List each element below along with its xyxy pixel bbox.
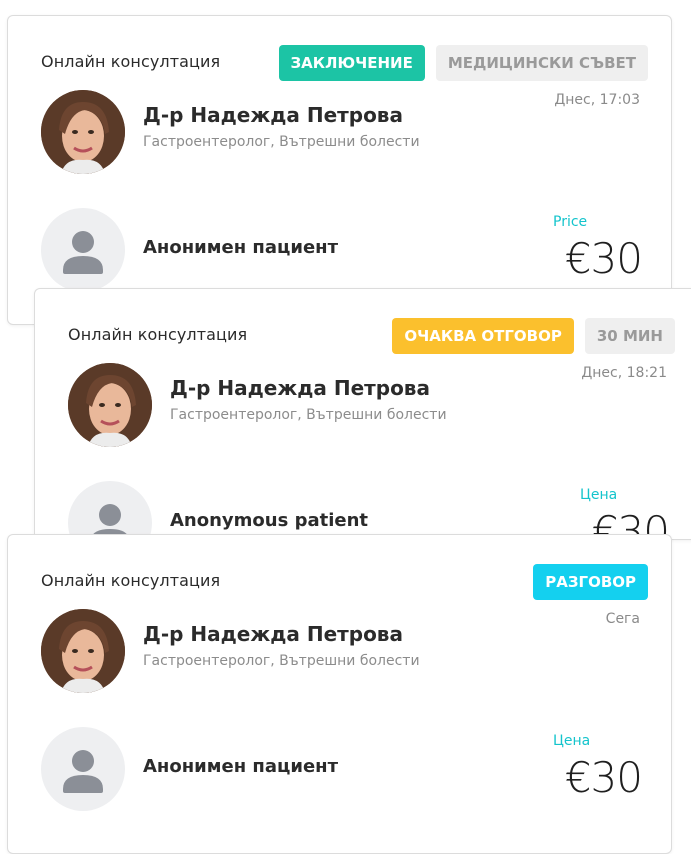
status-badge-conclusion: ЗАКЛЮЧЕНИЕ bbox=[278, 45, 425, 81]
doctor-name[interactable]: Д-р Надежда Петрова bbox=[143, 103, 403, 127]
status-badge-awaiting-reply: ОЧАКВА ОТГОВОР bbox=[392, 318, 574, 354]
card-title: Онлайн консултация bbox=[68, 325, 248, 344]
status-badges: ОЧАКВА ОТГОВОР 30 МИН bbox=[392, 318, 675, 354]
status-badge-conversation: РАЗГОВОР bbox=[533, 564, 648, 600]
consultation-card-3[interactable]: Онлайн консултация РАЗГОВОР Сега Д-р Над… bbox=[7, 534, 672, 854]
price-value: €30 bbox=[564, 234, 643, 283]
card-title: Онлайн консултация bbox=[41, 571, 221, 590]
doctor-photo-icon bbox=[41, 90, 125, 174]
card-title: Онлайн консултация bbox=[41, 52, 221, 71]
price-label: Price bbox=[553, 214, 588, 230]
timestamp: Днес, 17:03 bbox=[554, 92, 640, 108]
price-value: €30 bbox=[564, 753, 643, 802]
doctor-name[interactable]: Д-р Надежда Петрова bbox=[170, 376, 430, 400]
price-label: Цена bbox=[553, 733, 591, 749]
user-placeholder-icon bbox=[68, 481, 152, 539]
status-badges: ЗАКЛЮЧЕНИЕ МЕДИЦИНСКИ СЪВЕТ bbox=[278, 45, 648, 81]
consultation-card-1[interactable]: Онлайн консултация ЗАКЛЮЧЕНИЕ МЕДИЦИНСКИ… bbox=[7, 15, 672, 325]
price-label: Цена bbox=[580, 487, 618, 503]
doctor-specialty: Гастроентеролог, Вътрешни болести bbox=[170, 407, 447, 423]
type-badge-medical-advice: МЕДИЦИНСКИ СЪВЕТ bbox=[435, 45, 648, 81]
status-badges: РАЗГОВОР bbox=[533, 564, 648, 600]
timestamp: Сега bbox=[605, 611, 640, 627]
consultation-card-2[interactable]: Онлайн консултация ОЧАКВА ОТГОВОР 30 МИН… bbox=[34, 288, 691, 540]
user-placeholder-icon bbox=[41, 208, 125, 292]
timestamp: Днес, 18:21 bbox=[581, 365, 667, 381]
doctor-photo-icon bbox=[68, 363, 152, 447]
doctor-photo-icon bbox=[41, 609, 125, 693]
patient-name: Анонимен пациент bbox=[143, 237, 339, 258]
patient-name: Anonymous patient bbox=[170, 510, 369, 531]
patient-name: Анонимен пациент bbox=[143, 756, 339, 777]
doctor-specialty: Гастроентеролог, Вътрешни болести bbox=[143, 134, 420, 150]
doctor-name[interactable]: Д-р Надежда Петрова bbox=[143, 622, 403, 646]
duration-badge: 30 МИН bbox=[584, 318, 675, 354]
user-placeholder-icon bbox=[41, 727, 125, 811]
doctor-specialty: Гастроентеролог, Вътрешни болести bbox=[143, 653, 420, 669]
